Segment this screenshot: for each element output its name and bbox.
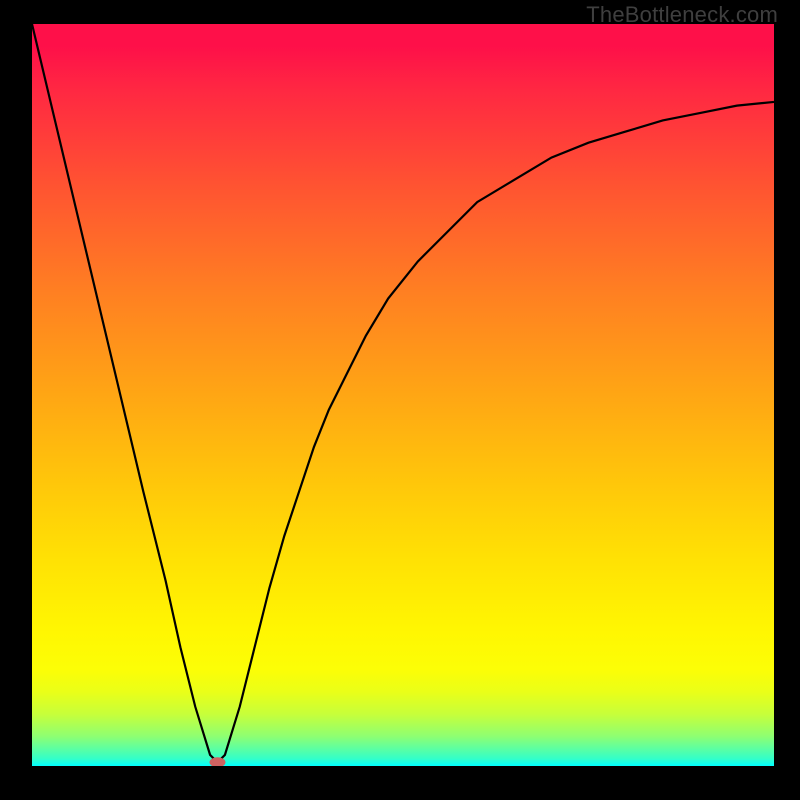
chart-frame: TheBottleneck.com	[0, 0, 800, 800]
watermark-text: TheBottleneck.com	[586, 2, 778, 28]
minimum-marker-icon	[210, 757, 226, 766]
bottleneck-curve	[32, 24, 774, 762]
plot-area	[32, 24, 774, 766]
chart-svg	[32, 24, 774, 766]
